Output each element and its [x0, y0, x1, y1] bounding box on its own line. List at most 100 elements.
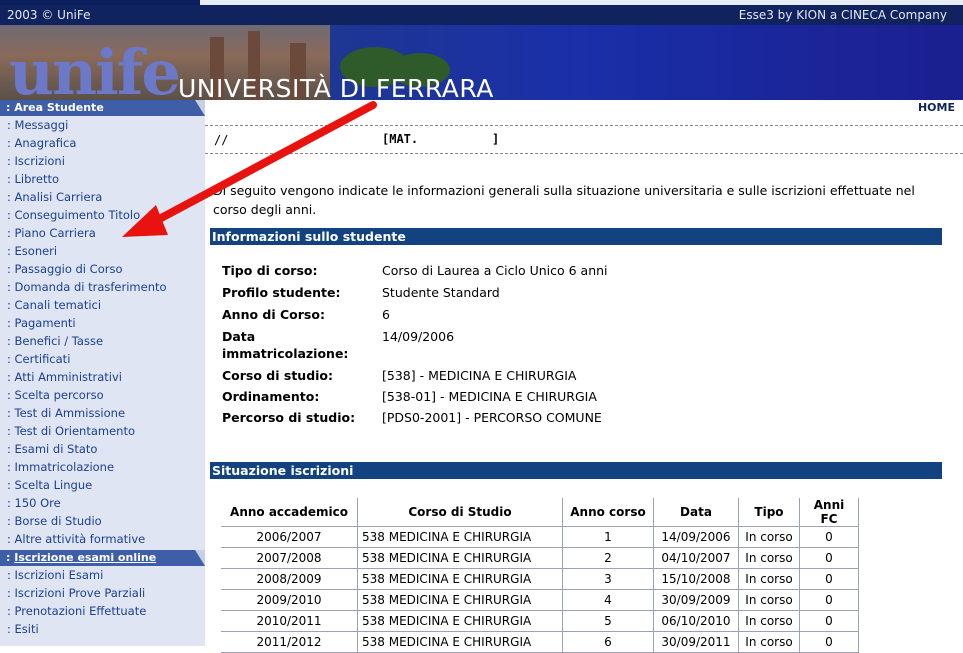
- exam-menu-item[interactable]: : Prenotazioni Effettuate: [0, 602, 205, 620]
- dashed-line-bottom: [205, 153, 963, 154]
- table-cell: 2009/2010: [221, 589, 358, 611]
- university-name: UNIVERSITÀ DI FERRARA: [178, 74, 494, 102]
- iscrizioni-table: Anno accademico Corso di Studio Anno corso…: [221, 498, 859, 653]
- table-cell: 0: [799, 547, 859, 569]
- sidebar-item[interactable]: : Canali tematici: [0, 296, 205, 314]
- home-link[interactable]: HOME: [918, 101, 955, 114]
- table-cell: 0: [799, 568, 859, 590]
- table-cell: 15/10/2008: [653, 568, 739, 590]
- table-cell: In corso: [738, 610, 800, 632]
- column-header: Corso di Studio: [357, 498, 563, 527]
- table-cell: In corso: [738, 568, 800, 590]
- ordinamento-value: [538-01] - MEDICINA E CHIRURGIA: [382, 389, 597, 404]
- table-cell: 0: [799, 589, 859, 611]
- sidebar-item[interactable]: : Pagamenti: [0, 314, 205, 332]
- exam-menu-item[interactable]: : Iscrizioni Prove Parziali: [0, 584, 205, 602]
- table-cell: 4: [562, 589, 654, 611]
- table-header-row: Anno accademico Corso di Studio Anno corso…: [221, 498, 859, 527]
- table-cell: In corso: [738, 526, 800, 548]
- table-cell: 538 MEDICINA E CHIRURGIA: [357, 568, 563, 590]
- sidebar-item[interactable]: : Anagrafica: [0, 134, 205, 152]
- exam-online-prefix: :: [6, 551, 15, 564]
- table-cell: 30/09/2011: [653, 631, 739, 653]
- tipo-value: Corso di Laurea a Ciclo Unico 6 anni: [382, 263, 608, 278]
- table-cell: 538 MEDICINA E CHIRURGIA: [357, 631, 563, 653]
- data-label-2: immatricolazione:: [222, 346, 349, 361]
- sidebar-item[interactable]: : Piano Carriera: [0, 224, 205, 242]
- vendor-text: Esse3 by KION a CINECA Company: [738, 8, 947, 22]
- table-cell: 3: [562, 568, 654, 590]
- header-banner: unife UNIVERSITÀ DI FERRARA: [0, 25, 963, 101]
- sidebar-item[interactable]: : Test di Orientamento: [0, 422, 205, 440]
- sidebar-item[interactable]: : Scelta percorso: [0, 386, 205, 404]
- table-cell: 0: [799, 526, 859, 548]
- column-header: Tipo: [738, 498, 800, 527]
- table-cell: 2007/2008: [221, 547, 358, 569]
- table-row: 2006/2007 538 MEDICINA E CHIRURGIA 1 14/09/…: [221, 526, 859, 548]
- exam-menu-item[interactable]: : Iscrizioni Esami: [0, 566, 205, 584]
- table-row: 2011/2012 538 MEDICINA E CHIRURGIA 6 30/09/…: [221, 631, 859, 653]
- student-header: // [MAT. ]: [205, 125, 963, 153]
- percorso-label: Percorso di studio:: [222, 410, 356, 425]
- sidebar-item[interactable]: : Analisi Carriera: [0, 188, 205, 206]
- table-cell: 6: [562, 631, 654, 653]
- table-cell: 2: [562, 547, 654, 569]
- sidebar-item[interactable]: : Esami di Stato: [0, 440, 205, 458]
- intro-text: Di seguito vengono indicate le informazi…: [213, 183, 915, 217]
- sidebar-item[interactable]: : Conseguimento Titolo: [0, 206, 205, 224]
- table-cell: In corso: [738, 631, 800, 653]
- table-cell: 538 MEDICINA E CHIRURGIA: [357, 589, 563, 611]
- corso-label: Corso di studio:: [222, 368, 334, 383]
- exam-online-header[interactable]: : Iscrizione esami online: [0, 550, 205, 566]
- sidebar-item[interactable]: : Atti Amministrativi: [0, 368, 205, 386]
- sidebar-item[interactable]: : Passaggio di Corso: [0, 260, 205, 278]
- sidebar-menu: : Messaggi: Anagrafica: Iscrizioni: Libr…: [0, 116, 205, 548]
- sidebar-item[interactable]: : Borse di Studio: [0, 512, 205, 530]
- exam-menu-item[interactable]: : Esiti: [0, 620, 205, 638]
- sidebar-item[interactable]: : Immatricolazione: [0, 458, 205, 476]
- student-name: //: [214, 133, 229, 147]
- area-studente-header: : Area Studente: [0, 100, 205, 116]
- column-header: Anno corso: [562, 498, 654, 527]
- exam-online-link[interactable]: Iscrizione esami online: [14, 551, 156, 564]
- sidebar-item[interactable]: : Scelta Lingue: [0, 476, 205, 494]
- sidebar-item[interactable]: : 150 Ore: [0, 494, 205, 512]
- table-cell: In corso: [738, 547, 800, 569]
- home-bar: HOME: [205, 100, 963, 116]
- profilo-label: Profilo studente:: [222, 285, 341, 300]
- unife-logo: unife: [9, 36, 181, 102]
- data-label-1: Data: [222, 329, 256, 344]
- table-cell: 538 MEDICINA E CHIRURGIA: [357, 526, 563, 548]
- sidebar-item[interactable]: : Messaggi: [0, 116, 205, 134]
- table-cell: In corso: [738, 589, 800, 611]
- sidebar-item[interactable]: : Esoneri: [0, 242, 205, 260]
- matricola-close: ]: [492, 132, 500, 146]
- table-cell: 06/10/2010: [653, 610, 739, 632]
- table-cell: 538 MEDICINA E CHIRURGIA: [357, 610, 563, 632]
- table-row: 2010/2011 538 MEDICINA E CHIRURGIA 5 06/10/…: [221, 610, 859, 632]
- data-value: 14/09/2006: [382, 329, 455, 344]
- matricola-label: [MAT.: [382, 132, 419, 146]
- anno-label: Anno di Corso:: [222, 307, 325, 322]
- table-row: 2008/2009 538 MEDICINA E CHIRURGIA 3 15/10/…: [221, 568, 859, 590]
- percorso-value: [PDS0-2001] - PERCORSO COMUNE: [382, 410, 602, 425]
- sidebar-item[interactable]: : Test di Ammissione: [0, 404, 205, 422]
- table-cell: 2006/2007: [221, 526, 358, 548]
- table-cell: 0: [799, 631, 859, 653]
- profilo-value: Studente Standard: [382, 285, 500, 300]
- sidebar-item[interactable]: : Altre attività formative: [0, 530, 205, 548]
- sidebar-item[interactable]: : Benefici / Tasse: [0, 332, 205, 350]
- table-cell: 1: [562, 526, 654, 548]
- sidebar-item[interactable]: : Libretto: [0, 170, 205, 188]
- table-cell: 0: [799, 610, 859, 632]
- table-row: 2009/2010 538 MEDICINA E CHIRURGIA 4 30/09/…: [221, 589, 859, 611]
- table-cell: 5: [562, 610, 654, 632]
- sidebar-item[interactable]: : Certificati: [0, 350, 205, 368]
- sidebar-item[interactable]: : Domanda di trasferimento: [0, 278, 205, 296]
- column-header: Anno accademico: [221, 498, 358, 527]
- sidebar-item[interactable]: : Iscrizioni: [0, 152, 205, 170]
- table-cell: 30/09/2009: [653, 589, 739, 611]
- ordinamento-label: Ordinamento:: [222, 389, 320, 404]
- top-strip: 2003 © UniFe Esse3 by KION a CINECA Comp…: [0, 5, 963, 25]
- table-cell: 538 MEDICINA E CHIRURGIA: [357, 547, 563, 569]
